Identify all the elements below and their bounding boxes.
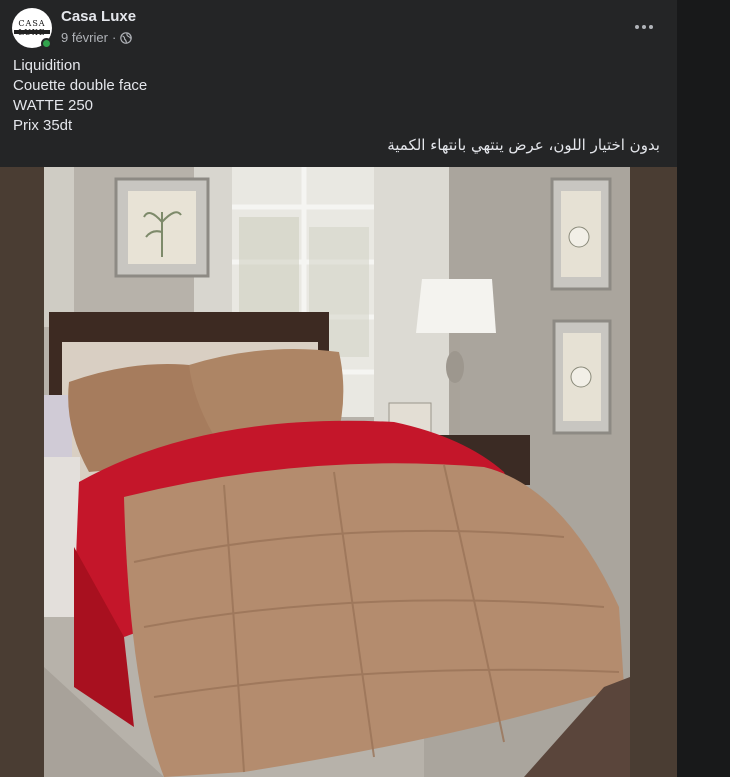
post-meta: 9 février · <box>61 30 133 45</box>
post-line-arabic: بدون اختيار اللون، عرض ينتهي بانتهاء الك… <box>387 136 660 154</box>
feed-post: CASA LUXE Casa Luxe 9 février · Liquidit… <box>0 0 677 777</box>
avatar-logo-text: CASA LUXE <box>18 19 46 37</box>
active-status-dot <box>41 38 52 49</box>
post-line-4: Prix 35dt <box>13 117 73 134</box>
more-options-icon[interactable] <box>626 12 662 42</box>
post-media[interactable] <box>0 167 677 777</box>
post-header: CASA LUXE Casa Luxe 9 février · <box>0 0 677 58</box>
globe-icon[interactable] <box>120 31 133 44</box>
post-date-link[interactable]: 9 février <box>61 30 108 45</box>
post-line-1: Liquidition <box>13 57 81 74</box>
page-name-link[interactable]: Casa Luxe <box>61 8 136 25</box>
post-line-3: WATTE 250 <box>13 97 94 114</box>
meta-separator: · <box>111 30 117 45</box>
avatar-logo-bar <box>14 30 50 34</box>
post-message: Liquidition Couette double face WATTE 25… <box>13 56 663 136</box>
post-line-2: Couette double face <box>13 77 148 94</box>
product-photo[interactable] <box>44 167 630 777</box>
